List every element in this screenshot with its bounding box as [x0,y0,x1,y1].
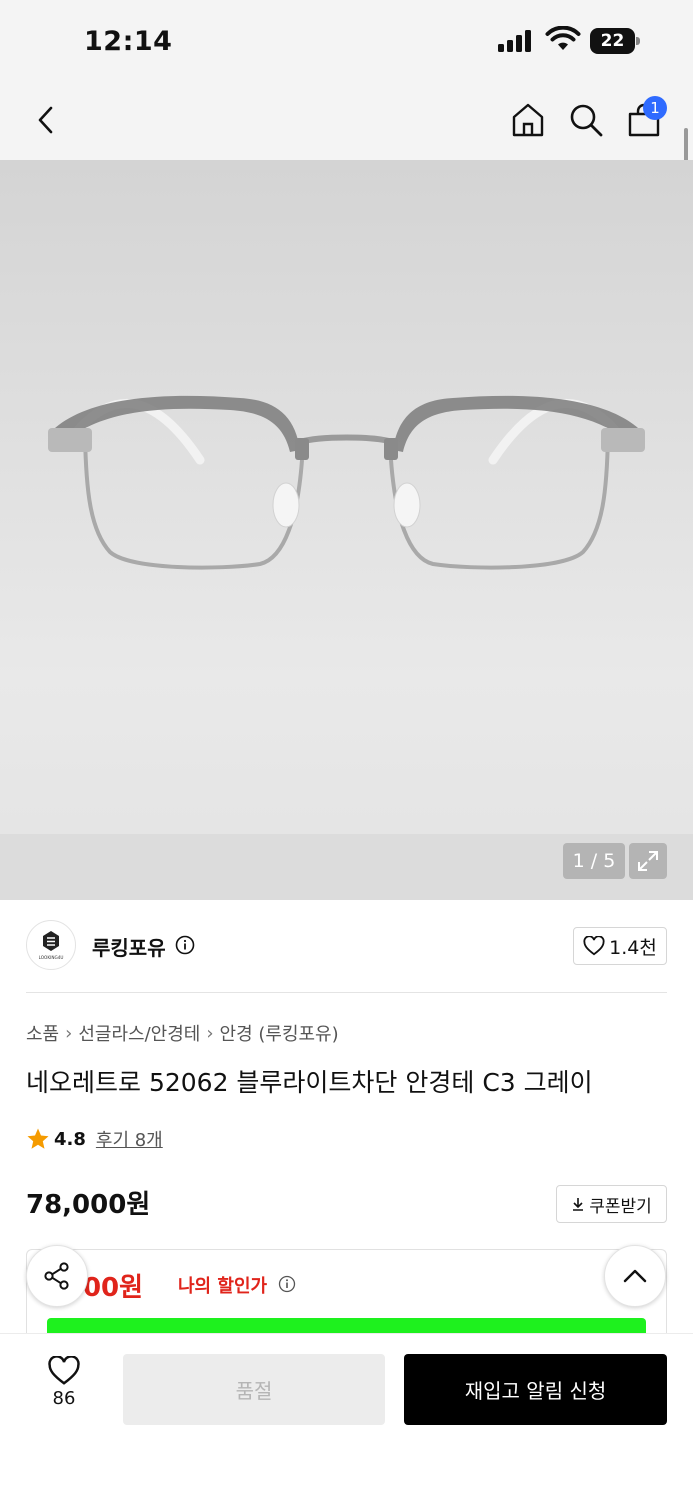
svg-text:LOOKING4U: LOOKING4U [39,955,64,960]
restock-alert-button[interactable]: 재입고 알림 신청 [404,1354,667,1425]
share-button[interactable] [26,1245,88,1307]
battery-level: 22 [600,31,625,51]
rating-row: 4.8 후기 8개 [26,1126,163,1152]
top-nav [0,80,693,160]
star-icon [27,1128,49,1149]
wishlist-button[interactable]: 86 [36,1356,92,1418]
expand-icon [638,851,658,871]
scroll-top-button[interactable] [604,1245,666,1307]
review-link[interactable]: 후기 8개 [96,1126,163,1152]
chevron-left-icon [38,106,53,134]
share-icon [44,1262,69,1290]
product-price: 78,000원 [26,1190,151,1220]
heart-icon [48,1356,80,1385]
brand-row: LOOKING4U 루킹포유 1.4천 [0,900,693,992]
brand-name[interactable]: 루킹포유 [92,932,166,961]
product-title: 네오레트로 52062 블루라이트차단 안경테 C3 그레이 [26,1068,593,1097]
back-button[interactable] [24,98,68,142]
cellular-signal-icon [498,30,531,52]
image-counter: 1 / 5 [563,843,625,879]
soldout-button[interactable]: 품절 [123,1354,385,1425]
info-icon[interactable] [278,1275,296,1293]
heart-icon [583,936,605,956]
brand-like-button[interactable]: 1.4천 [573,927,667,965]
home-button[interactable] [506,98,550,142]
wifi-icon [545,26,581,50]
cart-count-badge: 1 [643,96,667,120]
status-bar: 12:14 22 [0,0,693,80]
coupon-label: 쿠폰받기 [589,1196,652,1217]
chevron-right-icon: › [206,1022,214,1044]
wishlist-count: 86 [52,1388,76,1409]
home-icon [512,103,544,137]
coupon-button[interactable]: 쿠폰받기 [556,1185,667,1223]
brand-logo[interactable]: LOOKING4U [26,920,76,970]
chevron-right-icon: › [65,1022,73,1044]
breadcrumb-item[interactable]: 소품 [26,1020,59,1046]
breadcrumb-item[interactable]: 선글라스/안경테 [78,1020,200,1046]
breadcrumb-item[interactable]: 안경 (루킹포유) [220,1020,339,1046]
download-icon [573,1198,584,1211]
breadcrumb: 소품 › 선글라스/안경테 › 안경 (루킹포유) [26,1020,339,1046]
glasses-product-image [48,395,645,570]
battery-indicator: 22 [590,28,640,54]
search-button[interactable] [564,98,608,142]
search-icon [570,104,603,137]
fullscreen-button[interactable] [629,843,667,879]
divider [26,992,667,993]
rating-score: 4.8 [54,1128,86,1150]
info-icon[interactable] [175,935,195,955]
status-time: 12:14 [84,26,173,57]
my-discount-label: 나의 할인가 [178,1276,268,1297]
brand-like-count: 1.4천 [609,936,657,959]
product-image-gallery[interactable] [0,160,693,900]
chevron-up-icon [623,1269,647,1283]
